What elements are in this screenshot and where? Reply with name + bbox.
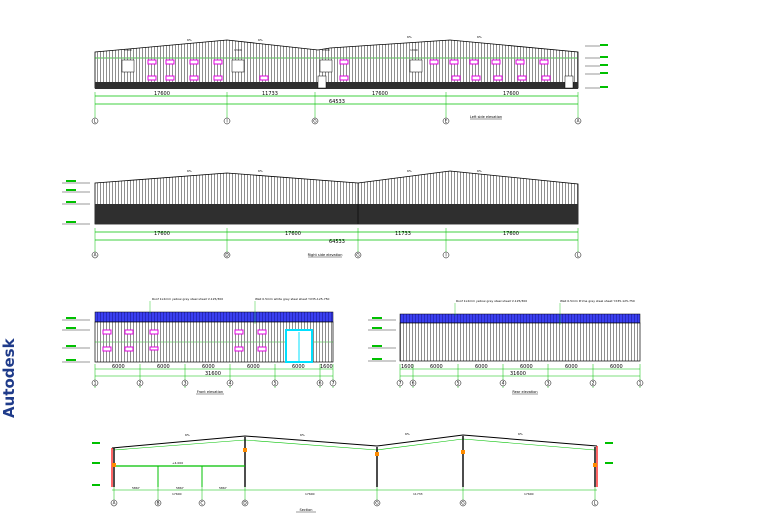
drawing-caption: Section: [299, 508, 312, 512]
span-dim: 5867: [176, 486, 184, 490]
axis-label: G: [375, 501, 379, 507]
span-dim: 11733: [413, 492, 423, 496]
slope-label: 6%: [185, 433, 190, 437]
slope-label: 6%: [518, 432, 523, 436]
axis-label: D: [243, 501, 247, 507]
span-dim: 5867: [219, 486, 227, 490]
section-drawing: +4.000 6% 6% 6% 6% 5867 5867 5867 17600 …: [92, 432, 613, 513]
slope-label: 6%: [405, 432, 410, 436]
axis-label: B: [156, 501, 159, 507]
span-dim: 17600: [172, 492, 182, 496]
span-dim: 17600: [305, 492, 315, 496]
slope-label: 6%: [300, 433, 305, 437]
axis-label: G: [461, 501, 465, 507]
span-dim: 17600: [524, 492, 534, 496]
mezzanine-level: +4.000: [172, 461, 183, 465]
axis-label: C: [200, 501, 203, 507]
span-dim: 5867: [132, 486, 140, 490]
